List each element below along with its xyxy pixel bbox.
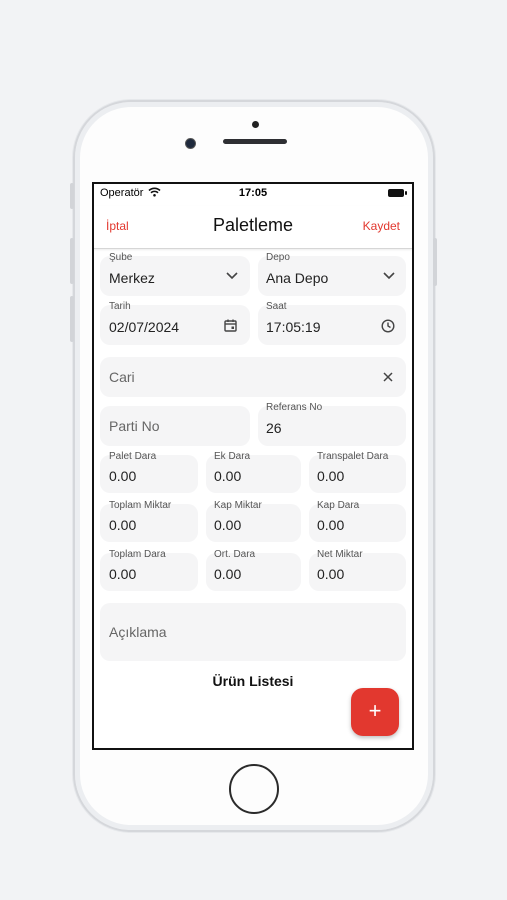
cari-input[interactable]: Cari — [100, 357, 406, 397]
volume-up-button — [70, 238, 74, 284]
save-button[interactable]: Kaydet — [363, 219, 400, 233]
front-camera — [185, 138, 196, 149]
parti-no-placeholder: Parti No — [109, 418, 160, 434]
cari-placeholder: Cari — [109, 369, 135, 385]
tarih-label: Tarih — [109, 301, 131, 312]
calendar-icon — [224, 319, 237, 332]
ek-dara-value: 0.00 — [214, 468, 242, 484]
volume-down-button — [70, 296, 74, 342]
battery-icon — [388, 189, 407, 197]
net-miktar-input[interactable]: Net Miktar 0.00 — [309, 549, 406, 591]
palet-dara-input[interactable]: Palet Dara 0.00 — [100, 451, 198, 493]
saat-picker[interactable]: Saat 17:05:19 — [258, 301, 406, 345]
saat-label: Saat — [266, 301, 287, 312]
kap-dara-label: Kap Dara — [317, 500, 360, 511]
transpalet-dara-value: 0.00 — [317, 468, 345, 484]
ek-dara-label: Ek Dara — [214, 451, 251, 462]
palet-dara-label: Palet Dara — [109, 451, 157, 462]
toplam-dara-value: 0.00 — [109, 566, 137, 582]
tarih-picker[interactable]: Tarih 02/07/2024 — [100, 301, 250, 345]
referans-no-label: Referans No — [266, 402, 323, 413]
app-screen: Operatör 17:05 İptal Paletleme Kaydet Şu… — [92, 182, 414, 750]
kap-dara-input[interactable]: Kap Dara 0.00 — [309, 500, 406, 542]
toplam-dara-label: Toplam Dara — [109, 549, 166, 560]
mute-switch — [70, 183, 74, 209]
ort-dara-input[interactable]: Ort. Dara 0.00 — [206, 549, 301, 591]
ek-dara-input[interactable]: Ek Dara 0.00 — [206, 451, 301, 493]
depo-label: Depo — [266, 252, 290, 263]
ort-dara-value: 0.00 — [214, 566, 242, 582]
transpalet-dara-label: Transpalet Dara — [317, 451, 389, 462]
referans-no-input[interactable]: Referans No 26 — [258, 402, 406, 446]
parti-no-input[interactable]: Parti No — [100, 406, 250, 446]
toplam-miktar-value: 0.00 — [109, 517, 137, 533]
plus-icon: + — [368, 698, 382, 723]
kap-miktar-input[interactable]: Kap Miktar 0.00 — [206, 500, 301, 542]
add-product-button[interactable]: + — [351, 688, 399, 736]
home-button[interactable] — [229, 764, 279, 814]
navigation-bar: İptal Paletleme Kaydet — [94, 206, 412, 249]
proximity-sensor — [252, 121, 259, 128]
chevron-down-icon — [383, 272, 395, 280]
kap-miktar-label: Kap Miktar — [214, 500, 262, 511]
close-icon[interactable] — [383, 372, 393, 382]
net-miktar-label: Net Miktar — [317, 549, 363, 560]
status-bar: Operatör 17:05 — [94, 184, 412, 204]
sube-select[interactable]: Şube Merkez — [100, 252, 250, 296]
depo-value: Ana Depo — [266, 270, 329, 286]
ort-dara-label: Ort. Dara — [214, 549, 256, 560]
net-miktar-value: 0.00 — [317, 566, 345, 582]
depo-select[interactable]: Depo Ana Depo — [258, 252, 406, 296]
transpalet-dara-input[interactable]: Transpalet Dara 0.00 — [309, 451, 406, 493]
toplam-miktar-label: Toplam Miktar — [109, 500, 172, 511]
tarih-value: 02/07/2024 — [109, 319, 180, 335]
toplam-dara-input[interactable]: Toplam Dara 0.00 — [100, 549, 198, 591]
aciklama-placeholder: Açıklama — [109, 624, 167, 640]
toplam-miktar-input[interactable]: Toplam Miktar 0.00 — [100, 500, 198, 542]
clock-icon — [381, 319, 395, 333]
status-time: 17:05 — [238, 187, 268, 199]
sube-value: Merkez — [109, 270, 155, 286]
chevron-down-icon — [226, 272, 238, 280]
product-list-title: Ürün Listesi — [212, 673, 294, 689]
kap-dara-value: 0.00 — [317, 517, 345, 533]
earpiece-speaker — [223, 139, 287, 144]
saat-value: 17:05:19 — [266, 319, 321, 335]
palet-dara-value: 0.00 — [109, 468, 137, 484]
power-button — [433, 238, 437, 286]
aciklama-input[interactable]: Açıklama — [100, 603, 406, 661]
kap-miktar-value: 0.00 — [214, 517, 242, 533]
sube-label: Şube — [109, 252, 133, 263]
referans-no-value: 26 — [266, 420, 282, 436]
